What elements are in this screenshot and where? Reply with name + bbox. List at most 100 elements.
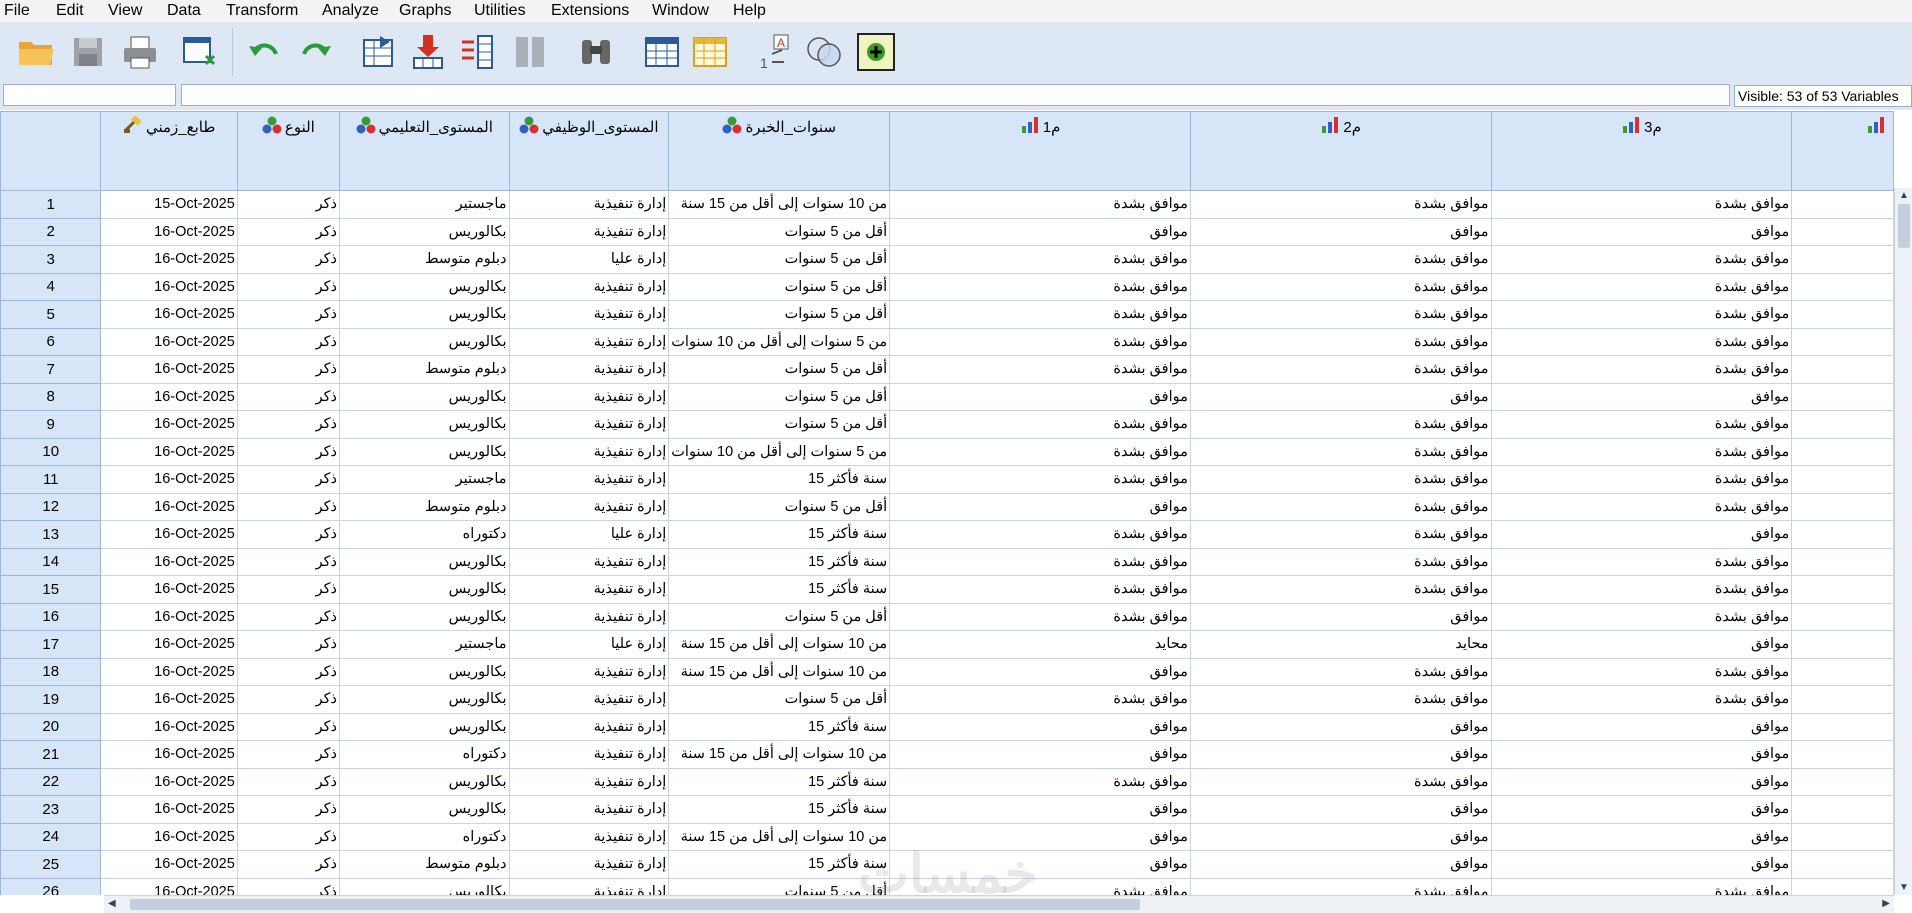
row-number[interactable]: 2 [0, 217, 102, 246]
data-cell[interactable]: موافق [1189, 602, 1492, 631]
data-cell-empty[interactable] [1791, 740, 1894, 769]
corner-cell[interactable] [0, 111, 102, 191]
data-cell[interactable]: ذكر [236, 217, 340, 246]
data-cell[interactable]: 15 سنة فأكثر [668, 575, 891, 604]
data-cell[interactable]: ذكر [236, 877, 340, 895]
data-cell[interactable]: موافق [889, 492, 1191, 521]
data-cell[interactable]: بكالوريس [338, 795, 510, 824]
menu-window[interactable]: Window [652, 2, 709, 20]
data-cell[interactable]: ذكر [236, 630, 340, 659]
data-cell[interactable]: إدارة تنفيذية [508, 850, 670, 879]
row-number[interactable]: 24 [0, 822, 102, 851]
scroll-up-icon[interactable]: ▲ [1899, 190, 1909, 201]
data-cell[interactable]: 16-Oct-2025 [100, 877, 238, 895]
data-cell[interactable]: من 10 سنوات إلى أقل من 15 سنة [668, 822, 891, 851]
data-cell[interactable]: موافق بشدة [1189, 300, 1492, 329]
data-cell[interactable]: أقل من 5 سنوات [668, 272, 891, 301]
insert-variable-icon[interactable] [688, 30, 732, 74]
data-cell[interactable]: موافق [1490, 767, 1793, 796]
data-cell[interactable]: موافق [1490, 822, 1793, 851]
data-cell[interactable]: إدارة تنفيذية [508, 822, 670, 851]
insert-cases-icon[interactable] [640, 30, 684, 74]
data-cell[interactable]: دبلوم متوسط [338, 245, 510, 274]
data-cell-empty[interactable] [1791, 795, 1894, 824]
data-cell[interactable]: موافق بشدة [1490, 245, 1793, 274]
data-cell[interactable]: ذكر [236, 685, 340, 714]
data-cell[interactable]: موافق بشدة [1189, 355, 1492, 384]
data-cell[interactable]: موافق [889, 822, 1191, 851]
data-cell[interactable]: موافق [889, 712, 1191, 741]
data-cell[interactable]: 15 سنة فأكثر [668, 712, 891, 741]
goto-case-icon[interactable] [356, 30, 400, 74]
data-cell[interactable]: موافق [1490, 520, 1793, 549]
data-cell[interactable]: 15 سنة فأكثر [668, 795, 891, 824]
data-cell[interactable]: ذكر [236, 602, 340, 631]
data-cell-empty[interactable] [1791, 217, 1894, 246]
data-cell[interactable]: بكالوريس [338, 877, 510, 895]
data-cell[interactable]: موافق بشدة [1189, 272, 1492, 301]
data-cell[interactable]: محايد [1189, 630, 1492, 659]
data-cell[interactable]: بكالوريس [338, 217, 510, 246]
data-cell[interactable]: موافق [1490, 712, 1793, 741]
menu-data[interactable]: Data [167, 2, 201, 20]
data-cell[interactable]: 16-Oct-2025 [100, 822, 238, 851]
menu-transform[interactable]: Transform [226, 2, 298, 20]
data-cell[interactable]: إدارة تنفيذية [508, 190, 670, 219]
data-cell[interactable]: إدارة تنفيذية [508, 217, 670, 246]
data-cell[interactable]: من 5 سنوات إلى أقل من 10 سنوات [668, 437, 891, 466]
data-cell[interactable]: 15 سنة فأكثر [668, 850, 891, 879]
row-number[interactable]: 13 [0, 520, 102, 549]
data-cell[interactable]: 16-Oct-2025 [100, 657, 238, 686]
data-cell-empty[interactable] [1791, 685, 1894, 714]
data-cell[interactable]: موافق بشدة [1490, 575, 1793, 604]
data-cell[interactable]: موافق بشدة [1189, 877, 1492, 895]
data-cell[interactable]: موافق [889, 795, 1191, 824]
data-cell[interactable]: ذكر [236, 740, 340, 769]
horizontal-scrollbar[interactable]: ◀ ▶ [104, 895, 1894, 913]
row-number[interactable]: 8 [0, 382, 102, 411]
data-cell[interactable]: موافق بشدة [889, 465, 1191, 494]
data-cell[interactable]: موافق بشدة [1189, 575, 1492, 604]
data-cell[interactable]: موافق بشدة [1189, 685, 1492, 714]
data-cell[interactable]: موافق بشدة [889, 410, 1191, 439]
data-cell[interactable]: موافق [1189, 850, 1492, 879]
data-cell[interactable]: 15 سنة فأكثر [668, 520, 891, 549]
data-cell-empty[interactable] [1791, 245, 1894, 274]
data-cell[interactable]: موافق بشدة [1490, 190, 1793, 219]
data-cell[interactable]: دكتوراه [338, 740, 510, 769]
row-number[interactable]: 20 [0, 712, 102, 741]
data-cell[interactable]: موافق بشدة [889, 190, 1191, 219]
data-cell[interactable]: موافق بشدة [889, 327, 1191, 356]
data-cell-empty[interactable] [1791, 877, 1894, 895]
data-cell[interactable]: ذكر [236, 190, 340, 219]
data-cell[interactable]: موافق [1189, 217, 1492, 246]
data-cell[interactable]: موافق بشدة [889, 245, 1191, 274]
data-cell[interactable]: بكالوريس [338, 410, 510, 439]
data-cell[interactable]: محايد [889, 630, 1191, 659]
data-cell[interactable]: 16-Oct-2025 [100, 437, 238, 466]
column-header[interactable]: النوع [236, 111, 340, 191]
data-cell[interactable]: أقل من 5 سنوات [668, 410, 891, 439]
data-cell[interactable]: موافق [1490, 795, 1793, 824]
data-cell[interactable]: ماجستير [338, 190, 510, 219]
data-cell[interactable]: موافق بشدة [1490, 877, 1793, 895]
data-cell[interactable]: إدارة تنفيذية [508, 767, 670, 796]
data-cell[interactable]: موافق [889, 657, 1191, 686]
data-cell[interactable]: أقل من 5 سنوات [668, 685, 891, 714]
row-number[interactable]: 16 [0, 602, 102, 631]
data-cell-empty[interactable] [1791, 520, 1894, 549]
data-cell[interactable]: أقل من 5 سنوات [668, 382, 891, 411]
data-cell[interactable]: موافق بشدة [889, 437, 1191, 466]
use-sets-icon[interactable] [802, 30, 846, 74]
data-cell[interactable]: موافق بشدة [1490, 355, 1793, 384]
data-cell[interactable]: 16-Oct-2025 [100, 767, 238, 796]
data-cell[interactable]: موافق [1490, 630, 1793, 659]
data-cell[interactable]: إدارة تنفيذية [508, 877, 670, 895]
data-cell[interactable]: أقل من 5 سنوات [668, 877, 891, 895]
data-cell[interactable]: 16-Oct-2025 [100, 575, 238, 604]
data-cell-empty[interactable] [1791, 410, 1894, 439]
data-cell[interactable]: بكالوريس [338, 602, 510, 631]
data-cell[interactable]: 16-Oct-2025 [100, 712, 238, 741]
data-cell[interactable]: موافق بشدة [889, 685, 1191, 714]
data-cell[interactable]: إدارة تنفيذية [508, 712, 670, 741]
